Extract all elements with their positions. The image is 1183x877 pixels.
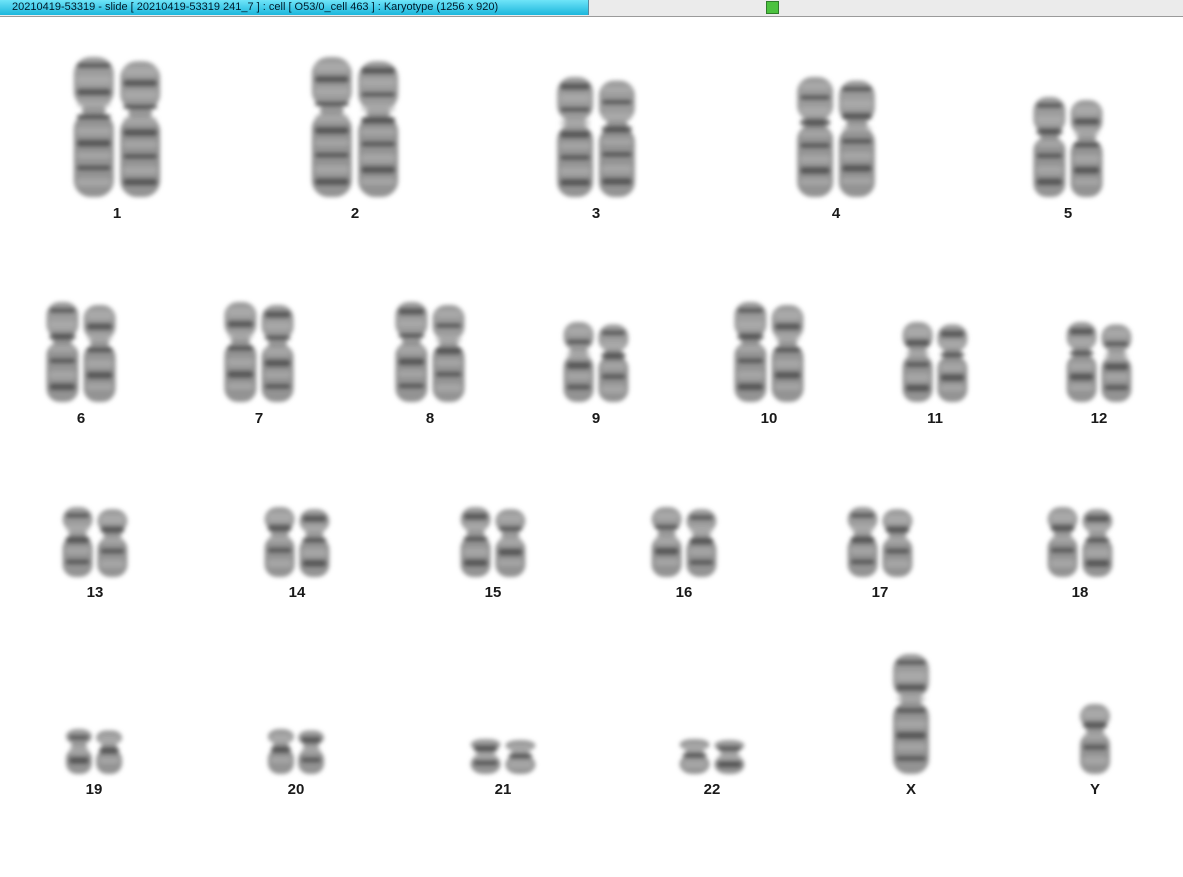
chromosome-group-20: 20 — [267, 729, 325, 798]
chromosome-group-21: 21 — [470, 739, 536, 798]
chromosome-label-16: 16 — [676, 584, 693, 601]
chromosome-label-7: 7 — [255, 410, 263, 427]
chromosome-group-2: 2 — [311, 57, 399, 222]
status-indicator[interactable] — [766, 1, 779, 14]
chromosome-group-3: 3 — [557, 77, 635, 222]
chromosome-group-7: 7 — [224, 302, 294, 427]
chromosome-group-8: 8 — [395, 302, 465, 427]
chromosome-group-X: X — [893, 654, 929, 798]
chromosome-label-15: 15 — [485, 584, 502, 601]
chromosome-label-Y: Y — [1090, 781, 1100, 798]
chromosome-label-14: 14 — [289, 584, 306, 601]
chromosome-label-9: 9 — [592, 410, 600, 427]
chromosome-group-18: 18 — [1047, 507, 1113, 601]
chromosome-label-2: 2 — [351, 205, 359, 222]
chromosome-label-X: X — [906, 781, 916, 798]
chromosome-group-12: 12 — [1066, 322, 1132, 427]
chromosome-group-11: 11 — [902, 322, 968, 427]
chromosome-label-8: 8 — [426, 410, 434, 427]
chromosome-group-15: 15 — [460, 507, 526, 601]
chromosome-group-4: 4 — [797, 77, 875, 222]
chromosome-group-6: 6 — [46, 302, 116, 427]
chromosome-group-17: 17 — [847, 507, 913, 601]
chromosome-label-17: 17 — [872, 584, 889, 601]
chromosome-group-13: 13 — [62, 507, 128, 601]
window-title[interactable]: 20210419-53319 - slide [ 20210419-53319 … — [0, 0, 589, 15]
chromosome-group-19: 19 — [65, 729, 123, 798]
karyotype-panel: 1 2 3 4 56 7 8 9 10 11 1213 14 15 16 17 1819 20 21 22 X Y — [46, 57, 1132, 798]
chromosome-group-16: 16 — [651, 507, 717, 601]
chromosome-label-22: 22 — [704, 781, 721, 798]
chromosome-label-20: 20 — [288, 781, 305, 798]
chromosome-label-21: 21 — [495, 781, 512, 798]
chromosome-group-9: 9 — [563, 322, 629, 427]
chromosome-group-22: 22 — [679, 739, 745, 798]
chromosome-group-1: 1 — [73, 57, 161, 222]
chromosome-label-10: 10 — [761, 410, 778, 427]
chromosome-label-4: 4 — [832, 205, 841, 222]
window-title-bar: 20210419-53319 - slide [ 20210419-53319 … — [0, 0, 1183, 17]
chromosome-label-5: 5 — [1064, 205, 1072, 222]
chromosome-group-Y: Y — [1080, 704, 1110, 798]
chromosome-label-12: 12 — [1091, 410, 1108, 427]
chromosome-label-11: 11 — [927, 410, 943, 427]
chromosome-label-18: 18 — [1072, 584, 1089, 601]
chromosome-label-6: 6 — [77, 410, 85, 427]
chromosome-group-14: 14 — [264, 507, 330, 601]
chromosome-group-5: 5 — [1033, 97, 1103, 222]
chromosome-group-10: 10 — [734, 302, 804, 427]
chromosome-label-3: 3 — [592, 205, 600, 222]
chromosome-label-19: 19 — [86, 781, 103, 798]
chromosome-label-13: 13 — [87, 584, 104, 601]
chromosome-label-1: 1 — [113, 205, 121, 222]
